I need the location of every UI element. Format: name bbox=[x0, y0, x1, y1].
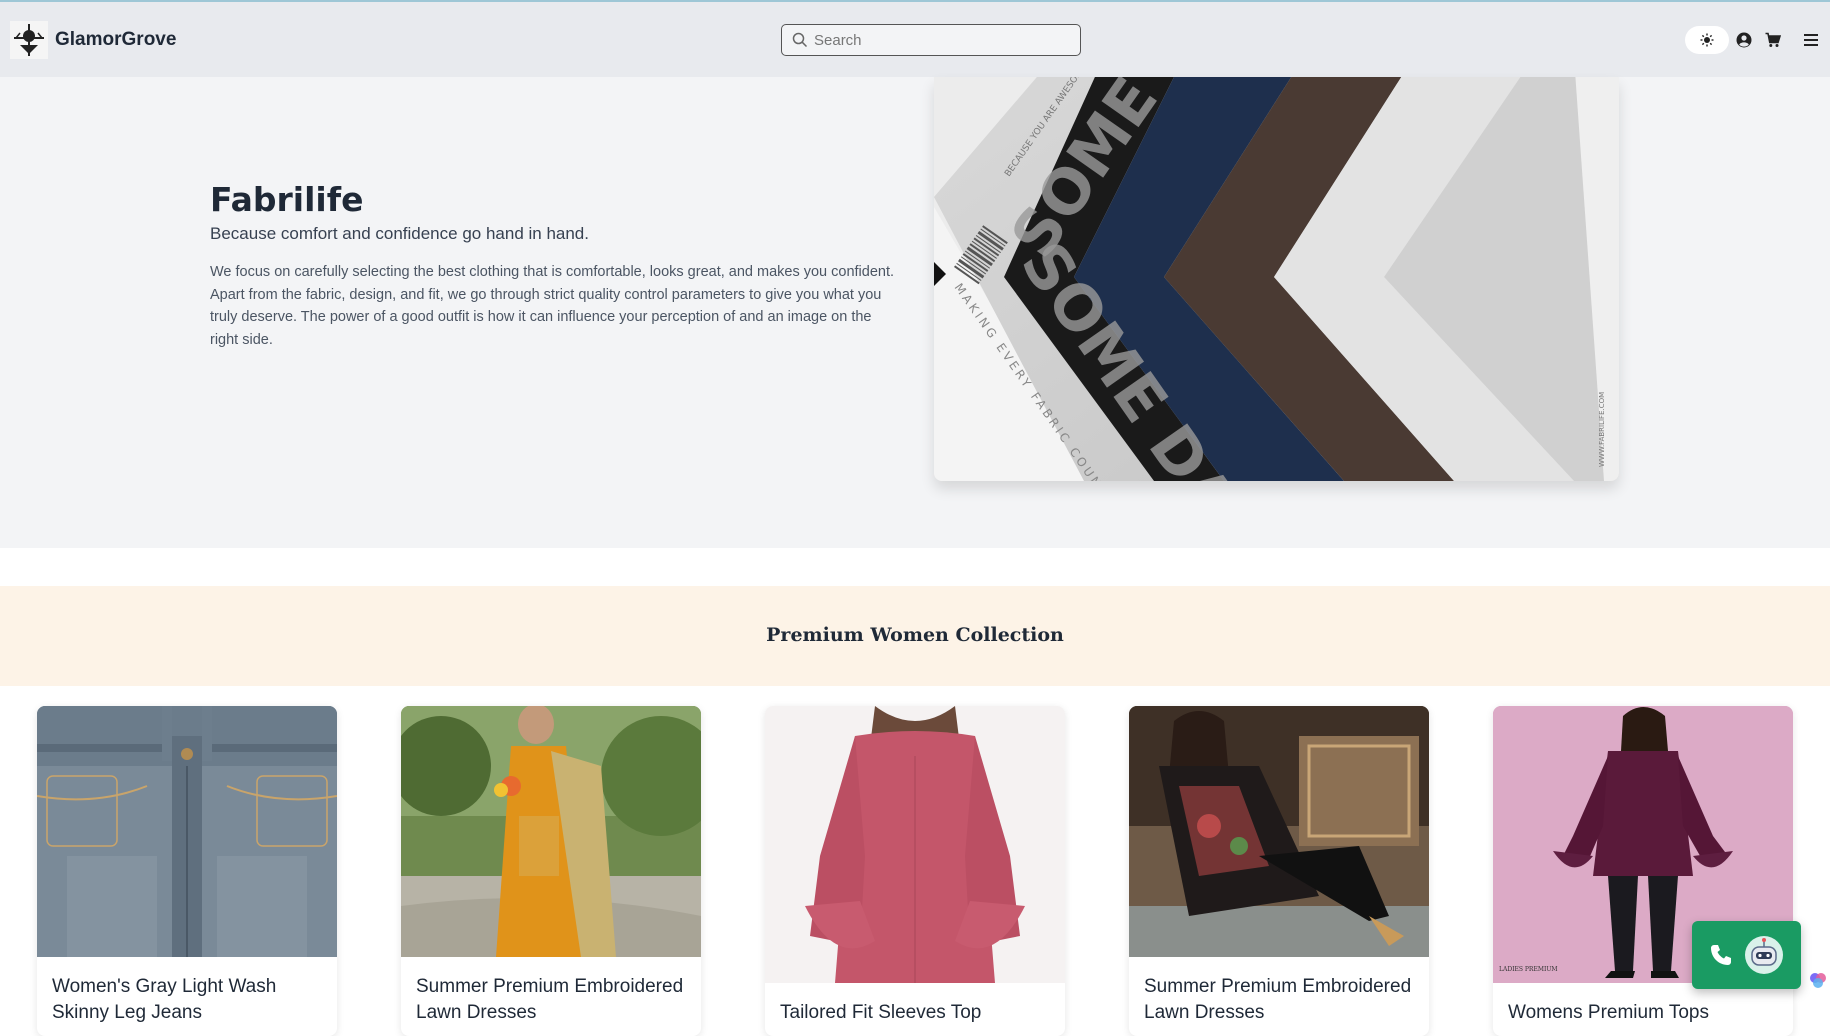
user-icon[interactable] bbox=[1736, 32, 1752, 48]
site-header: GlamorGrove bbox=[0, 2, 1830, 77]
contact-widget[interactable] bbox=[1692, 921, 1801, 989]
menu-icon[interactable] bbox=[1803, 32, 1819, 48]
assistant-edge-icon[interactable] bbox=[1808, 970, 1828, 990]
product-name[interactable]: Summer Premium Embroidered Lawn Dresses bbox=[416, 974, 691, 1026]
product-card[interactable]: Summer Premium Embroidered Lawn Dresses bbox=[1129, 706, 1429, 1036]
phone-icon[interactable] bbox=[1709, 943, 1733, 967]
product-card[interactable]: Tailored Fit Sleeves Top bbox=[765, 706, 1065, 1036]
product-image-lawn-dress-orange bbox=[401, 706, 701, 957]
product-card[interactable]: Summer Premium Embroidered Lawn Dresses bbox=[401, 706, 701, 1036]
collection-header-band: Premium Women Collection bbox=[0, 586, 1830, 686]
search-icon bbox=[792, 32, 808, 48]
product-image-sleeves-top bbox=[765, 706, 1065, 983]
product-card[interactable]: Women's Gray Light Wash Skinny Leg Jeans bbox=[37, 706, 337, 1036]
product-name[interactable]: Summer Premium Embroidered Lawn Dresses bbox=[1144, 974, 1419, 1026]
cart-icon[interactable] bbox=[1765, 32, 1781, 48]
hero-description: We focus on carefully selecting the best… bbox=[210, 264, 895, 348]
theme-toggle-button[interactable] bbox=[1685, 26, 1729, 54]
hero-title: Fabrilife bbox=[210, 180, 364, 219]
hero-fabric-image: SOME LIGH SOME DARK MAKING EVERY FABRIC … bbox=[934, 77, 1619, 481]
brand-name[interactable]: GlamorGrove bbox=[55, 29, 176, 51]
brightness-icon bbox=[1700, 33, 1714, 47]
premium-tops-brand-text: LADIES PREMIUM bbox=[1499, 966, 1558, 973]
product-image-jeans bbox=[37, 706, 337, 957]
product-name[interactable]: Tailored Fit Sleeves Top bbox=[780, 1000, 1055, 1026]
chatbot-icon[interactable] bbox=[1744, 935, 1784, 975]
search-bar[interactable] bbox=[781, 24, 1081, 56]
hero-section: Fabrilife Because comfort and confidence… bbox=[0, 77, 1830, 548]
section-title: Premium Women Collection bbox=[766, 624, 1064, 646]
search-input[interactable] bbox=[814, 31, 1064, 49]
product-name[interactable]: Womens Premium Tops bbox=[1508, 1000, 1783, 1026]
product-image-lawn-dress-black bbox=[1129, 706, 1429, 957]
hero-subtitle: Because comfort and confidence go hand i… bbox=[210, 224, 589, 243]
brand-logo[interactable] bbox=[10, 21, 48, 59]
fabric-url-text: WWW.FABRILIFE.COM bbox=[1598, 392, 1606, 467]
product-name[interactable]: Women's Gray Light Wash Skinny Leg Jeans bbox=[52, 974, 327, 1026]
